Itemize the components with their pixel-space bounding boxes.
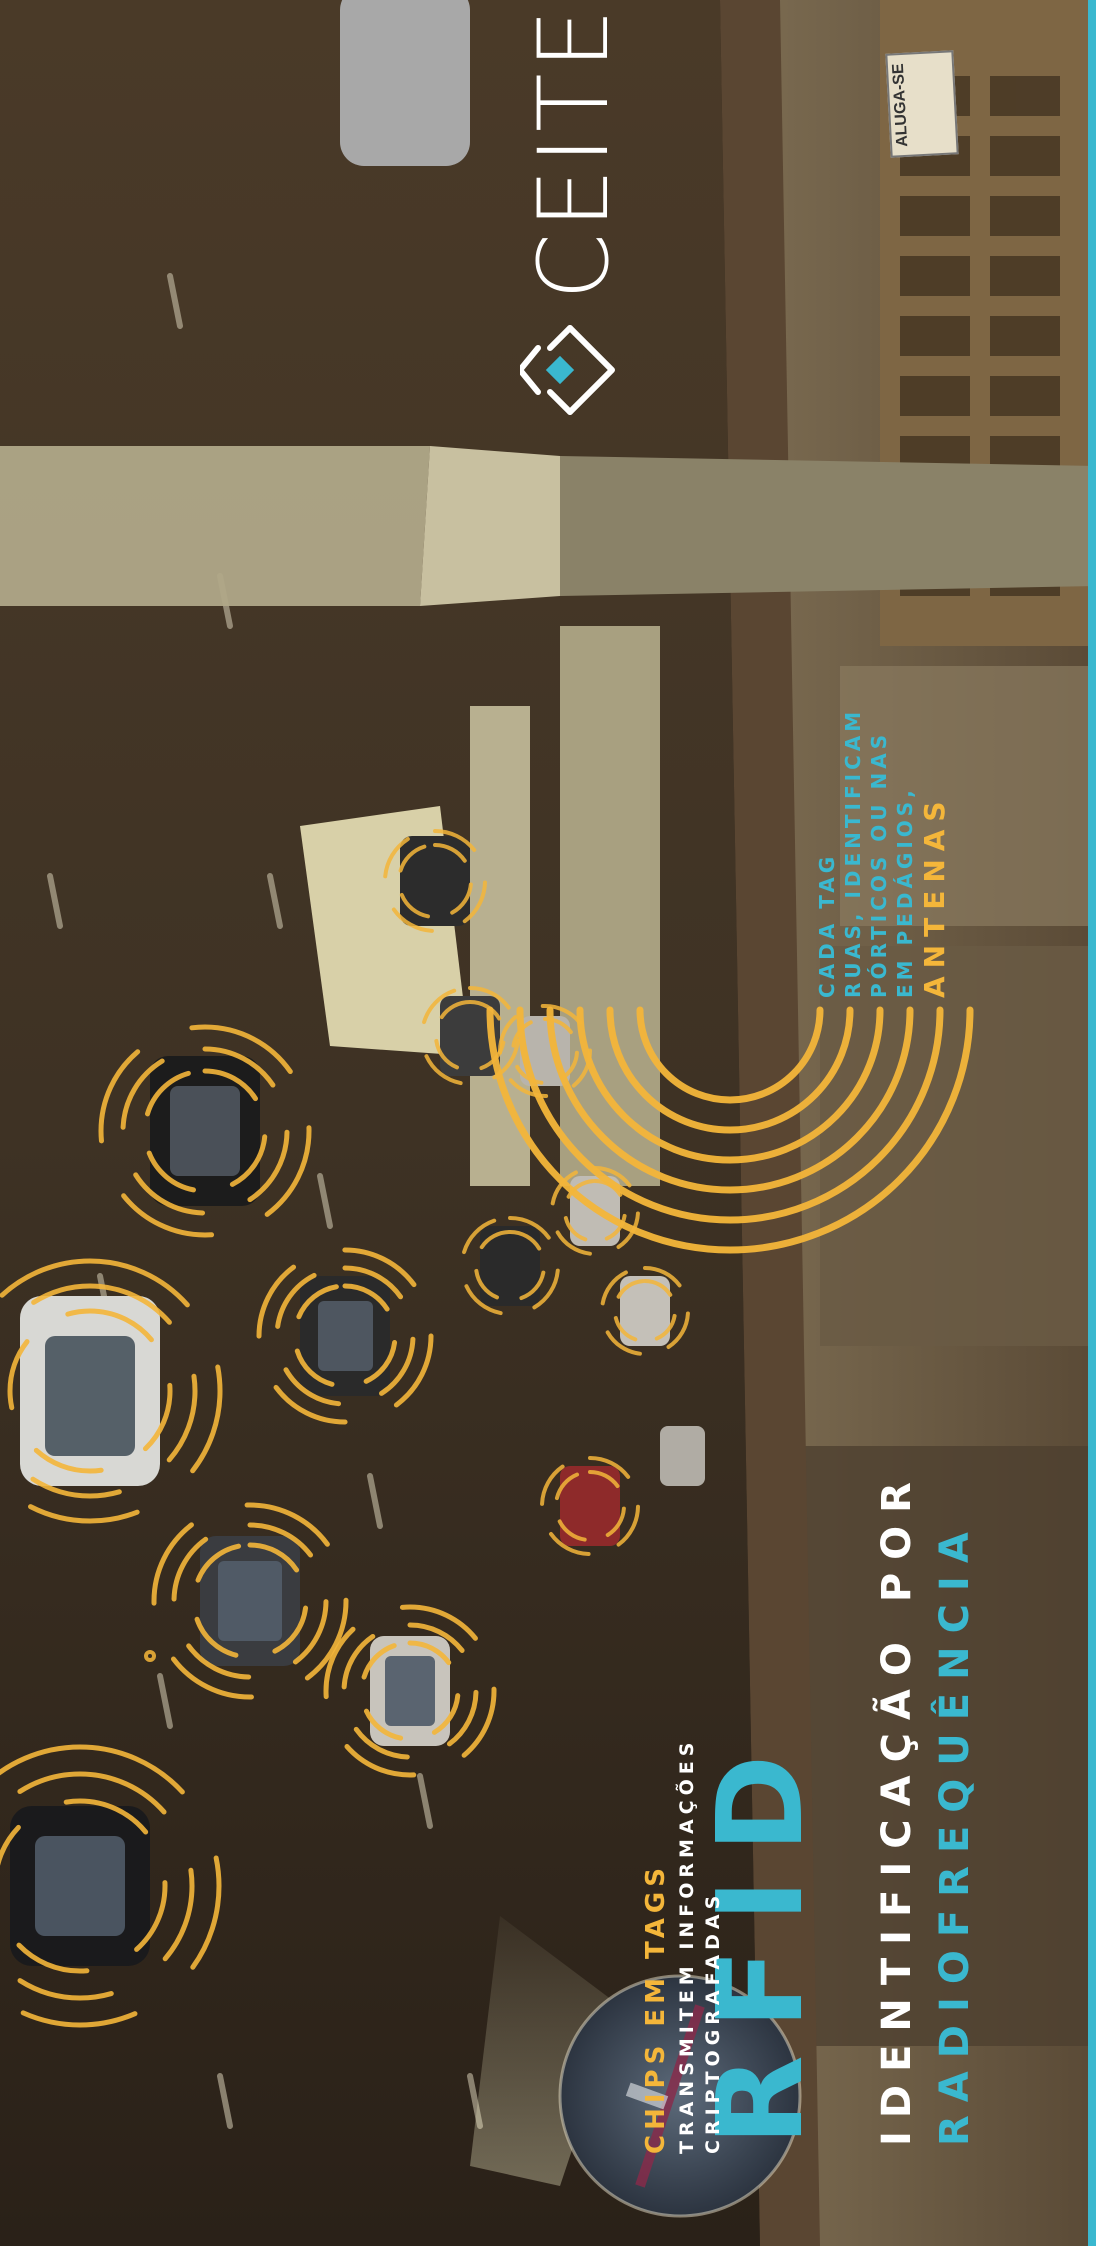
title-line-2: RADIOFREQUÊNCIA — [932, 1519, 978, 2146]
poster-canvas: CEITEC RFID IDENTIFICAÇÃO POR RADIOFREQU… — [0, 0, 1096, 2246]
title-line-1: IDENTIFICAÇÃO POR — [874, 1469, 920, 2146]
building-mid — [820, 946, 1090, 1346]
car — [660, 1426, 705, 1486]
ceitec-diamond-icon — [520, 325, 615, 415]
chips-title: CHIPS EM TAGS — [641, 1863, 671, 2154]
car — [340, 0, 470, 166]
antenas-desc-line-4: CADA TAG — [815, 852, 839, 998]
antenas-desc-line-2: PÓRTICOS OU NAS — [867, 730, 891, 998]
chips-desc-line-2: CRIPTOGRAFADAS — [702, 1890, 724, 2154]
antenas-desc-line-1: EM PEDÁGIOS, — [893, 786, 917, 998]
antenas-desc-line-3: RUAS, IDENTIFICAM — [841, 707, 865, 998]
accent-bar — [1088, 0, 1096, 2246]
logo-text: CEITEC — [518, 0, 630, 300]
car — [400, 836, 470, 926]
chips-desc-line-1: TRANSMITEM INFORMAÇÕES — [676, 1737, 698, 2154]
antenas-title: ANTENAS — [918, 793, 951, 998]
ceitec-logo: CEITEC — [514, 0, 634, 420]
poster-stage: CEITEC RFID IDENTIFICAÇÃO POR RADIOFREQU… — [0, 0, 1096, 2246]
for-rent-sign: ALUGA-SE — [885, 50, 959, 158]
